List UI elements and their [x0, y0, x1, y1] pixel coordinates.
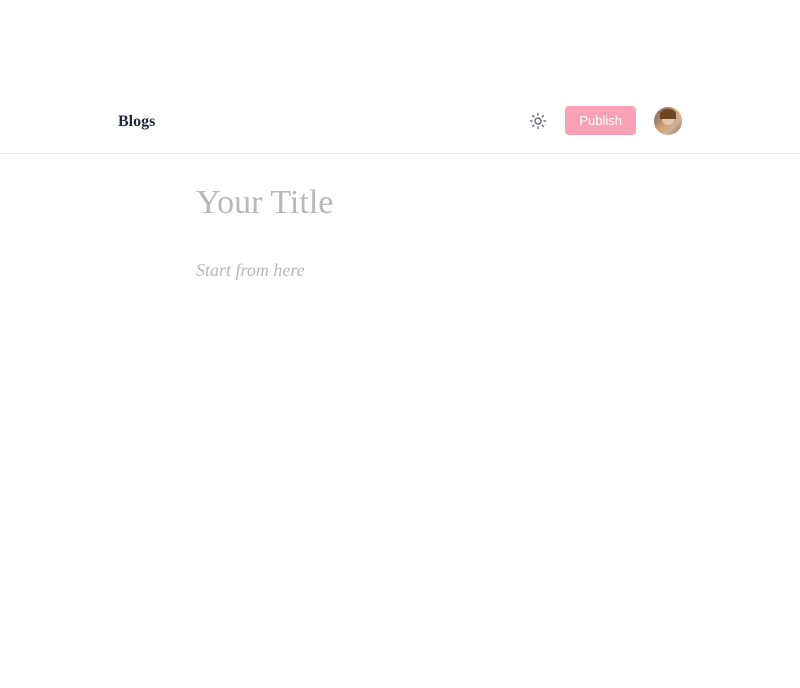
- sun-icon[interactable]: [529, 112, 547, 130]
- title-input[interactable]: [196, 184, 696, 222]
- content-input[interactable]: [196, 260, 696, 281]
- editor-container: [0, 154, 800, 285]
- brand-link[interactable]: Blogs: [118, 113, 155, 130]
- navbar: Blogs Publish: [0, 88, 800, 154]
- publish-button[interactable]: Publish: [565, 106, 636, 135]
- nav-right: Publish: [529, 106, 760, 135]
- nav-left: Blogs: [40, 111, 155, 131]
- avatar[interactable]: [654, 107, 682, 135]
